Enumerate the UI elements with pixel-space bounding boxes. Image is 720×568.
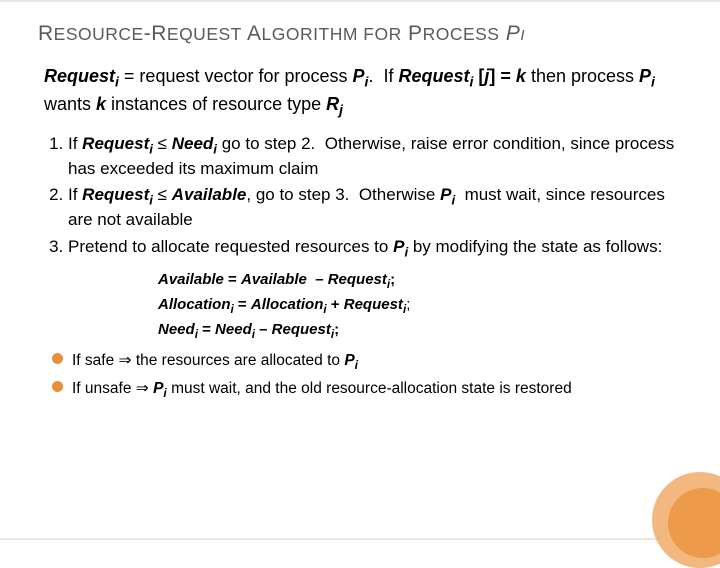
equation-line: Allocationi = Allocationi + Requesti; bbox=[158, 294, 682, 319]
bullet-item: If unsafe ⇒ Pi must wait, and the old re… bbox=[72, 378, 682, 402]
step-item: If Requesti ≤ Available, go to step 3. O… bbox=[68, 184, 682, 231]
step-item: Pretend to allocate requested resources … bbox=[68, 236, 682, 261]
intro-paragraph: Requesti = request vector for process Pi… bbox=[38, 64, 682, 119]
outcome-bullets: If safe ⇒ the resources are allocated to… bbox=[38, 350, 682, 402]
equation-line: Needi = Needi – Requesti; bbox=[158, 319, 682, 344]
bullet-item: If safe ⇒ the resources are allocated to… bbox=[72, 350, 682, 374]
slide-content: RESOURCE-REQUEST ALGORITHM FOR PROCESS P… bbox=[0, 0, 720, 540]
equation-line: Available = Available – Requesti; bbox=[158, 269, 682, 294]
slide-title: RESOURCE-REQUEST ALGORITHM FOR PROCESS P… bbox=[38, 22, 682, 46]
equations-block: Available = Available – Requesti; Alloca… bbox=[158, 269, 682, 344]
step-item: If Requesti ≤ Needi go to step 2. Otherw… bbox=[68, 133, 682, 180]
steps-list: If Requesti ≤ Needi go to step 2. Otherw… bbox=[38, 133, 682, 261]
